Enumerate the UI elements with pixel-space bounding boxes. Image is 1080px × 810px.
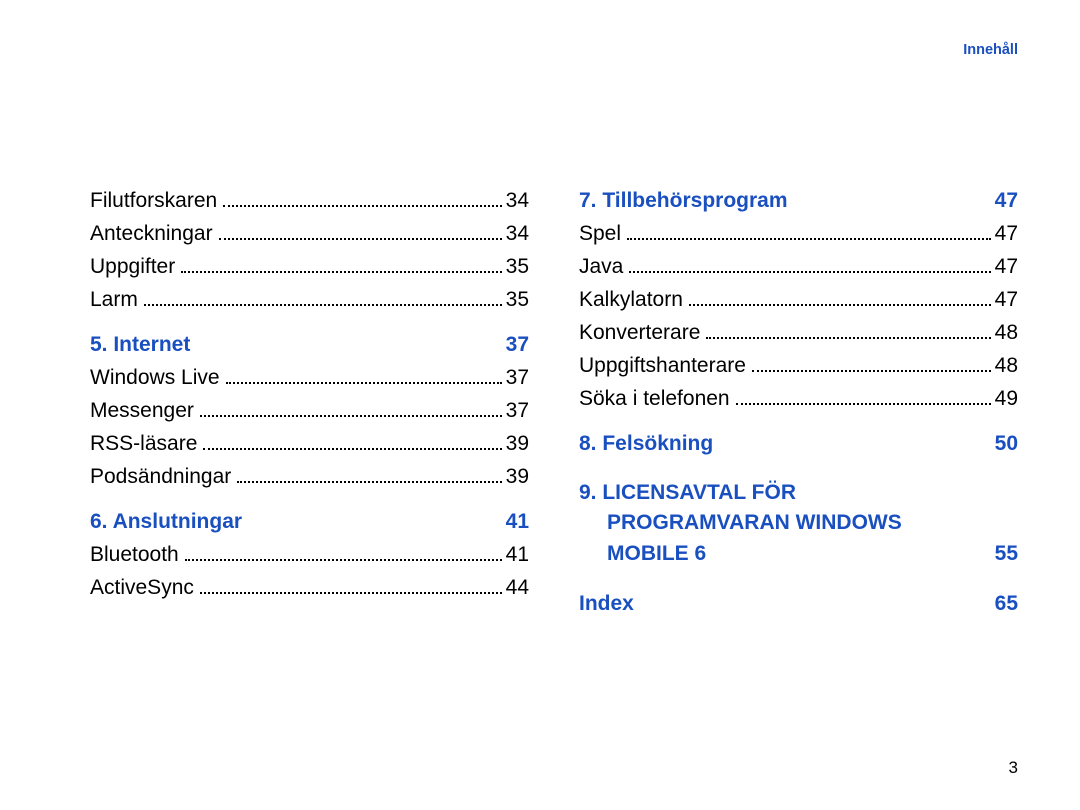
page-number: 3 <box>1009 758 1018 778</box>
toc-entry[interactable]: ActiveSync 44 <box>90 577 529 598</box>
toc-entry-label: 8. Felsökning <box>579 433 713 454</box>
toc-section-heading[interactable]: 5. Internet 37 <box>90 334 529 355</box>
dot-leader <box>237 481 501 483</box>
dot-leader <box>203 448 501 450</box>
toc-entry[interactable]: RSS-läsare 39 <box>90 433 529 454</box>
toc-entry-label: Windows Live <box>90 367 220 388</box>
toc-page-ref: 37 <box>506 400 529 421</box>
toc-column-left: Filutforskaren 34 Anteckningar 34 Uppgifter 3… <box>90 190 529 626</box>
dot-leader <box>629 271 990 273</box>
toc-entry[interactable]: Bluetooth 41 <box>90 544 529 565</box>
toc-entry-label: Anteckningar <box>90 223 213 244</box>
toc-page-ref: 39 <box>506 466 529 487</box>
toc-entry-label: Uppgiftshanterare <box>579 355 746 376</box>
toc-page-ref: 48 <box>995 322 1018 343</box>
toc-entry-label: RSS-läsare <box>90 433 197 454</box>
toc-page-ref: 34 <box>506 223 529 244</box>
toc-page-ref: 65 <box>995 593 1018 614</box>
toc-page-ref: 39 <box>506 433 529 454</box>
toc-entry-label: Söka i telefonen <box>579 388 730 409</box>
toc-entry[interactable]: Larm 35 <box>90 289 529 310</box>
toc-page-ref: 41 <box>506 544 529 565</box>
toc-section-heading[interactable]: 8. Felsökning 50 <box>579 433 1018 454</box>
toc-page-ref: 47 <box>995 190 1018 211</box>
dot-leader <box>223 205 501 207</box>
toc-page-ref: 48 <box>995 355 1018 376</box>
header-section-label: Innehåll <box>963 42 1018 58</box>
toc-entry[interactable]: Java 47 <box>579 256 1018 277</box>
toc-page-ref: 41 <box>506 511 529 532</box>
toc-entry[interactable]: Söka i telefonen 49 <box>579 388 1018 409</box>
toc-page-ref: 47 <box>995 289 1018 310</box>
toc-page-ref: 44 <box>506 577 529 598</box>
toc-entry-label: 6. Anslutningar <box>90 511 242 532</box>
dot-leader <box>706 337 990 339</box>
toc-entry[interactable]: Konverterare 48 <box>579 322 1018 343</box>
toc-heading-line: PROGRAMVARAN WINDOWS <box>579 508 1018 538</box>
dot-leader <box>144 304 502 306</box>
dot-leader <box>185 559 502 561</box>
toc-entry-label: Messenger <box>90 400 194 421</box>
toc-entry-label: Index <box>579 593 634 614</box>
dot-leader <box>200 415 502 417</box>
toc-page-ref: 35 <box>506 289 529 310</box>
toc-entry-label: 7. Tillbehörsprogram <box>579 190 788 211</box>
toc-entry[interactable]: Kalkylatorn 47 <box>579 289 1018 310</box>
toc-page-ref: 37 <box>506 334 529 355</box>
toc-entry-label: Kalkylatorn <box>579 289 683 310</box>
toc-entry-label: Podsändningar <box>90 466 231 487</box>
toc-entry[interactable]: Uppgiftshanterare 48 <box>579 355 1018 376</box>
toc-entry[interactable]: Filutforskaren 34 <box>90 190 529 211</box>
toc-entry-label: Filutforskaren <box>90 190 217 211</box>
toc-entry-label: 5. Internet <box>90 334 190 355</box>
toc-entry[interactable]: Windows Live 37 <box>90 367 529 388</box>
toc-entry[interactable]: Anteckningar 34 <box>90 223 529 244</box>
toc-entry[interactable]: Uppgifter 35 <box>90 256 529 277</box>
dot-leader <box>219 238 502 240</box>
dot-leader <box>181 271 501 273</box>
toc-heading-line: 9. LICENSAVTAL FÖR <box>579 478 1018 508</box>
toc-entry-label: Bluetooth <box>90 544 179 565</box>
toc-columns: Filutforskaren 34 Anteckningar 34 Uppgifter 3… <box>90 190 1018 626</box>
dot-leader <box>736 403 991 405</box>
dot-leader <box>226 382 502 384</box>
toc-page-ref: 55 <box>995 539 1018 569</box>
toc-entry[interactable]: Spel 47 <box>579 223 1018 244</box>
toc-section-heading[interactable]: Index 65 <box>579 593 1018 614</box>
toc-page-ref: 47 <box>995 223 1018 244</box>
toc-heading-line: MOBILE 6 <box>607 539 706 569</box>
toc-entry[interactable]: Podsändningar 39 <box>90 466 529 487</box>
toc-page: Innehåll Filutforskaren 34 Anteckningar 34 U… <box>0 0 1080 810</box>
toc-page-ref: 50 <box>995 433 1018 454</box>
dot-leader <box>627 238 991 240</box>
toc-page-ref: 34 <box>506 190 529 211</box>
dot-leader <box>752 370 991 372</box>
toc-section-heading[interactable]: 6. Anslutningar 41 <box>90 511 529 532</box>
toc-entry-label: Java <box>579 256 623 277</box>
toc-entry-label: Spel <box>579 223 621 244</box>
toc-page-ref: 35 <box>506 256 529 277</box>
toc-entry-label: Uppgifter <box>90 256 175 277</box>
toc-page-ref: 49 <box>995 388 1018 409</box>
toc-page-ref: 37 <box>506 367 529 388</box>
toc-entry-label: Konverterare <box>579 322 700 343</box>
toc-section-heading[interactable]: 9. LICENSAVTAL FÖRPROGRAMVARAN WINDOWSMO… <box>579 478 1018 569</box>
toc-section-heading[interactable]: 7. Tillbehörsprogram 47 <box>579 190 1018 211</box>
toc-entry-label: Larm <box>90 289 138 310</box>
toc-entry[interactable]: Messenger 37 <box>90 400 529 421</box>
toc-column-right: 7. Tillbehörsprogram47Spel47Java47Kalkyl… <box>579 190 1018 626</box>
dot-leader <box>689 304 991 306</box>
toc-page-ref: 47 <box>995 256 1018 277</box>
dot-leader <box>200 592 502 594</box>
toc-entry-label: ActiveSync <box>90 577 194 598</box>
